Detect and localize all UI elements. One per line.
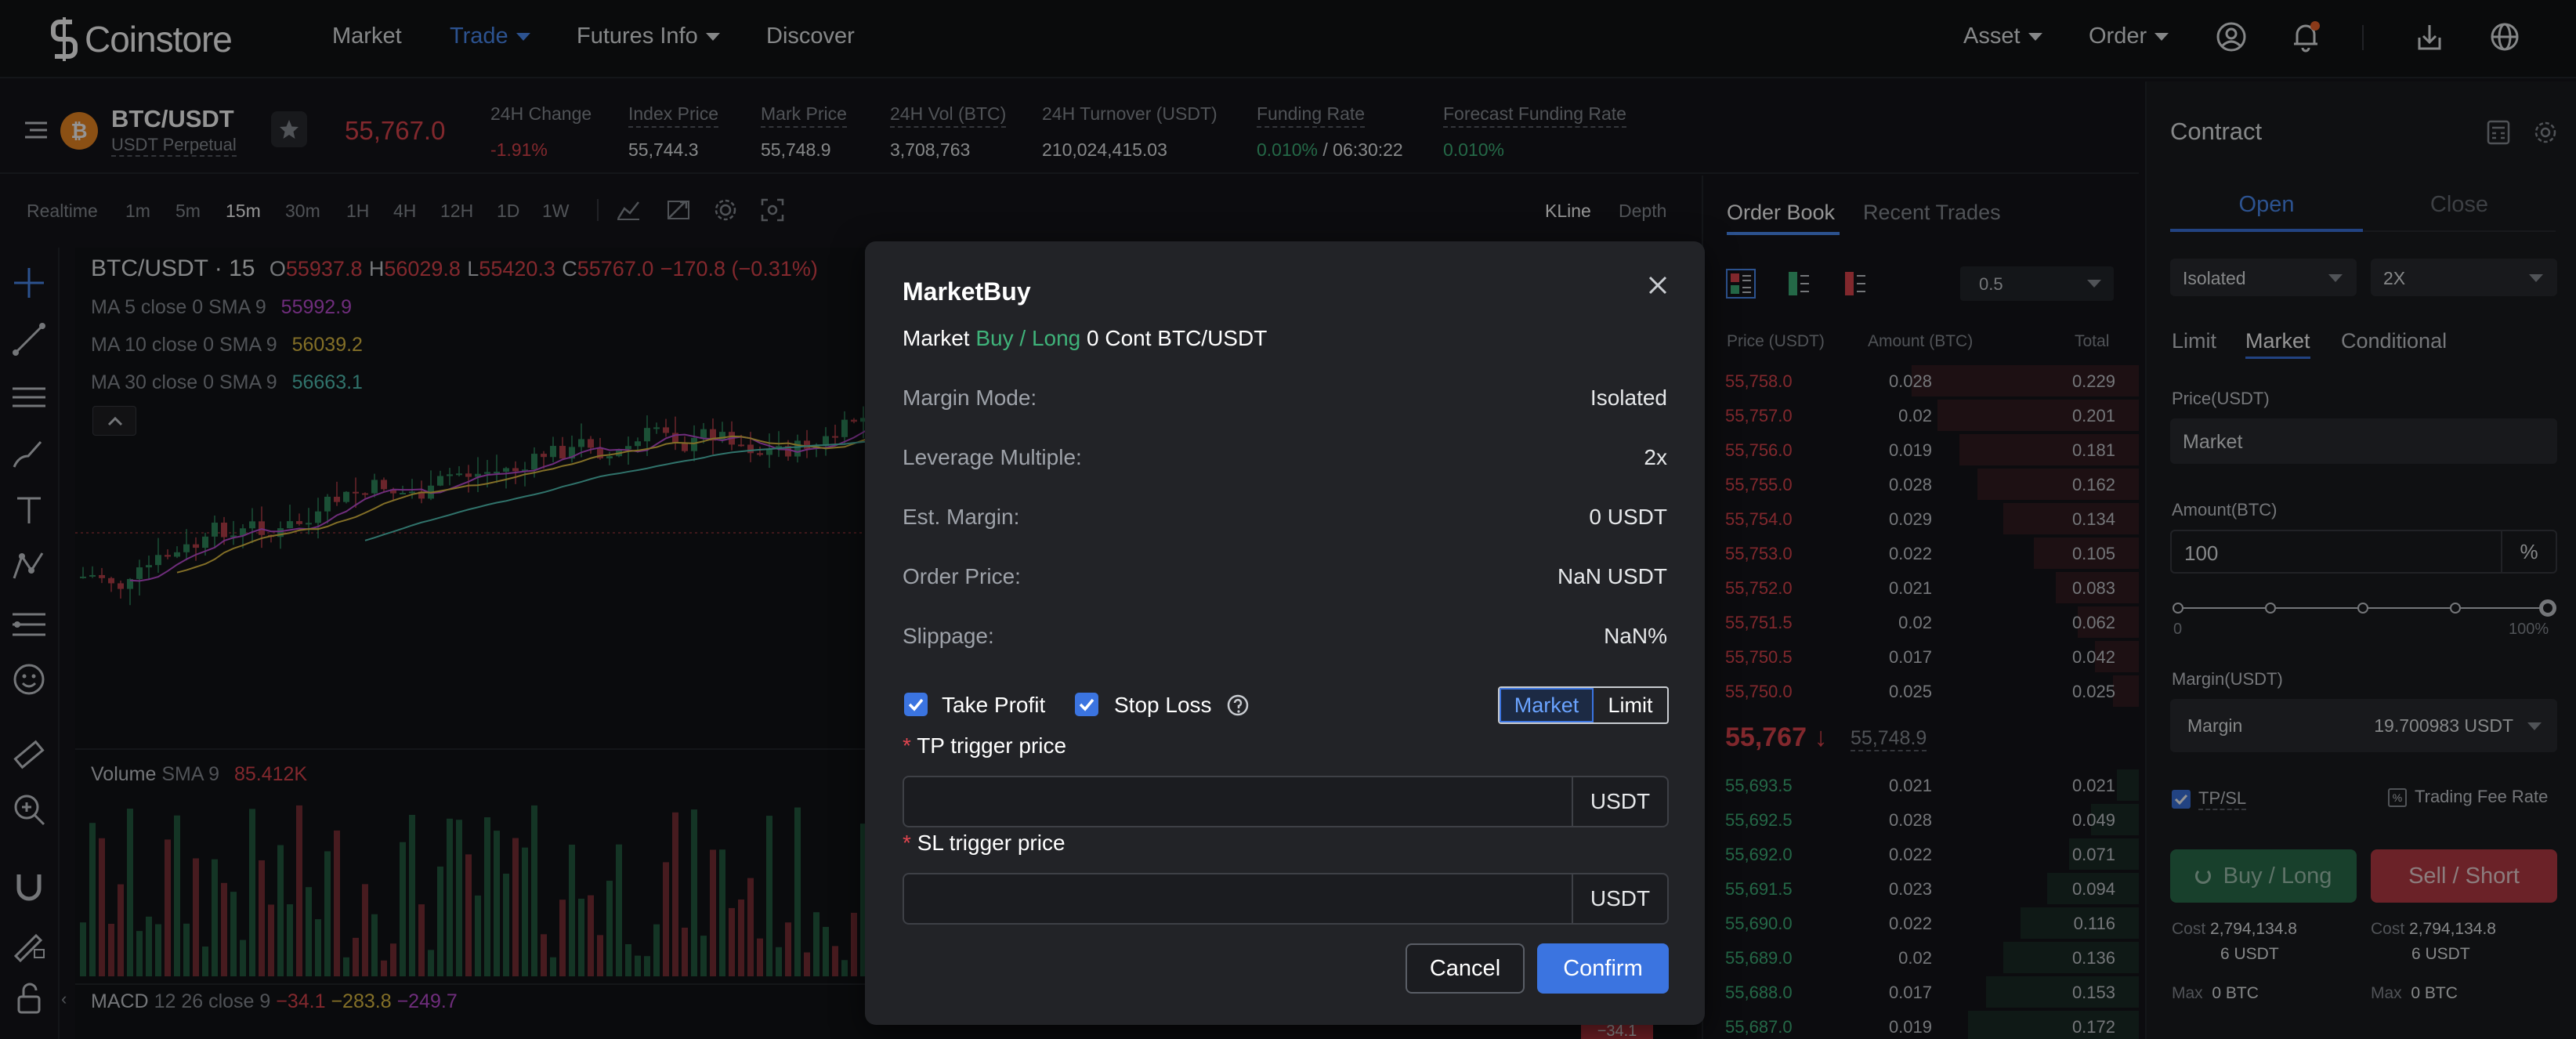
tp-trigger-text: TP trigger price [917, 733, 1067, 758]
row-value-leverage: 2x [1644, 445, 1667, 469]
toggle-limit[interactable]: Limit [1594, 688, 1667, 722]
row-value-est-margin: 0 USDT [1589, 505, 1667, 529]
sl-trigger-input[interactable]: USDT [903, 873, 1669, 925]
row-label-est-margin: Est. Margin: [903, 505, 1020, 529]
help-icon[interactable] [1225, 693, 1250, 718]
take-profit-label[interactable]: Take Profit [942, 693, 1045, 718]
subtitle-contract: 0 Cont BTC/USDT [1087, 326, 1268, 350]
dialog-subtitle: Market Buy / Long 0 Cont BTC/USDT [903, 326, 1267, 351]
row-value-slippage: NaN% [1604, 624, 1667, 648]
tp-required-mark: * [903, 733, 911, 758]
close-icon[interactable] [1644, 271, 1672, 299]
check-icon [908, 698, 924, 711]
subtitle-side: Buy / Long [975, 326, 1081, 350]
price-type-toggle: Market Limit [1498, 686, 1669, 724]
market-buy-dialog: MarketBuy Market Buy / Long 0 Cont BTC/U… [865, 241, 1705, 1025]
check-icon [1079, 698, 1094, 711]
sl-required-mark: * [903, 831, 911, 855]
confirm-button[interactable]: Confirm [1537, 943, 1669, 994]
dialog-title: MarketBuy [903, 277, 1031, 306]
toggle-market[interactable]: Market [1500, 688, 1594, 722]
row-label-slippage: Slippage: [903, 624, 994, 648]
row-value-margin-mode: Isolated [1590, 386, 1667, 410]
tp-trigger-input[interactable]: USDT [903, 776, 1669, 827]
take-profit-checkbox[interactable] [904, 693, 928, 716]
row-label-order-price: Order Price: [903, 564, 1021, 588]
stop-loss-checkbox[interactable] [1075, 693, 1098, 716]
row-label-margin-mode: Margin Mode: [903, 386, 1037, 410]
stop-loss-label[interactable]: Stop Loss [1114, 693, 1212, 718]
cancel-button[interactable]: Cancel [1406, 943, 1525, 994]
row-label-leverage: Leverage Multiple: [903, 445, 1082, 469]
row-value-order-price: NaN USDT [1557, 564, 1667, 588]
sl-trigger-label: * SL trigger price [903, 831, 1065, 856]
sl-trigger-text: SL trigger price [917, 831, 1065, 855]
tp-unit: USDT [1572, 777, 1667, 826]
tp-trigger-label: * TP trigger price [903, 733, 1066, 758]
subtitle-market: Market [903, 326, 970, 350]
sl-unit: USDT [1572, 874, 1667, 923]
